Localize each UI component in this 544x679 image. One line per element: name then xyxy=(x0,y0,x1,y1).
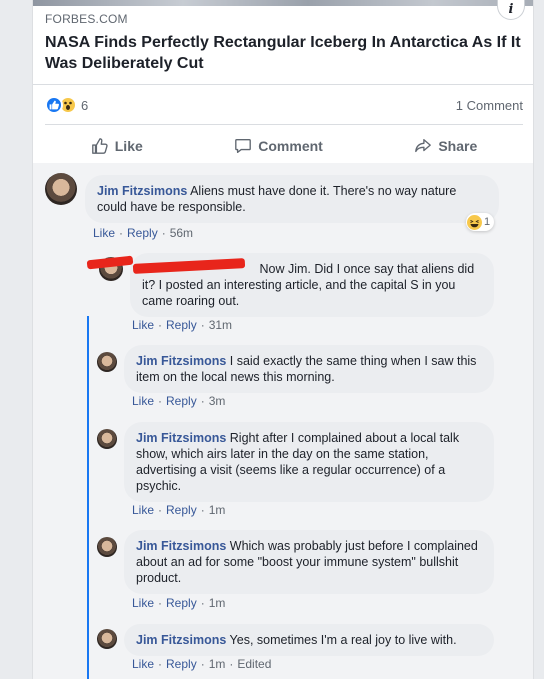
like-button-label: Like xyxy=(114,138,143,154)
comment-time[interactable]: 1m xyxy=(209,503,226,517)
comment-like-link[interactable]: Like xyxy=(132,596,154,610)
laugh-reaction-icon xyxy=(467,214,482,230)
comment-time[interactable]: 1m xyxy=(209,596,226,610)
comment-bubble: Jim Fitzsimons Right after I complained … xyxy=(124,422,494,502)
comment-bubble: Jim Fitzsimons Yes, sometimes I'm a real… xyxy=(124,624,494,656)
comment-time[interactable]: 31m xyxy=(209,318,232,332)
reaction-summary[interactable]: 6 xyxy=(45,96,88,114)
comment-meta: Like · Reply · 31m xyxy=(132,318,233,332)
comment-reply-link[interactable]: Reply xyxy=(127,226,158,240)
comment-meta: Like · Reply · 1m · Edited xyxy=(132,657,272,671)
comment-icon xyxy=(235,139,252,153)
avatar[interactable] xyxy=(97,629,117,649)
comment-meta: Like · Reply · 1m xyxy=(132,503,226,517)
avatar[interactable] xyxy=(97,429,117,449)
comment-like-link[interactable]: Like xyxy=(132,394,154,408)
comment-time[interactable]: 1m xyxy=(209,657,226,671)
divider xyxy=(33,84,533,85)
comment-like-link[interactable]: Like xyxy=(132,657,154,671)
comment-bubble: Jim Fitzsimons Which was probably just b… xyxy=(124,530,494,594)
avatar[interactable] xyxy=(97,352,117,372)
comment-time[interactable]: 56m xyxy=(170,226,193,240)
share-arrow-icon xyxy=(415,139,432,153)
comment-reaction-badge[interactable]: 1 xyxy=(466,213,495,231)
avatar[interactable] xyxy=(97,537,117,557)
reactions-bar: 6 1 Comment xyxy=(45,94,523,116)
comment-author[interactable]: Jim Fitzsimons xyxy=(97,184,187,198)
avatar[interactable] xyxy=(45,173,77,205)
comment-like-link[interactable]: Like xyxy=(132,318,154,332)
post-card: i FORBES.COM NASA Finds Perfectly Rectan… xyxy=(32,0,534,679)
comment-reply-link[interactable]: Reply xyxy=(166,394,197,408)
comment-like-link[interactable]: Like xyxy=(93,226,115,240)
comment-reaction-count: 1 xyxy=(484,216,491,228)
comment-meta: Like · Reply · 3m xyxy=(132,394,226,408)
like-button[interactable]: Like xyxy=(75,137,159,155)
share-button-label: Share xyxy=(438,138,478,154)
comment-meta: Like · Reply · 56m xyxy=(93,226,194,240)
comment-bubble: Jim Fitzsimons I said exactly the same t… xyxy=(124,345,494,393)
comment-text: Yes, sometimes I'm a real joy to live wi… xyxy=(229,633,457,647)
comment-author[interactable]: Jim Fitzsimons xyxy=(136,354,226,368)
share-button[interactable]: Share xyxy=(398,137,493,155)
comment-bubble: Jim Fitzsimons Aliens must have done it.… xyxy=(85,175,499,223)
divider xyxy=(45,124,523,125)
comment-reply-link[interactable]: Reply xyxy=(166,596,197,610)
comment-reply-link[interactable]: Reply xyxy=(166,657,197,671)
like-reaction-icon xyxy=(45,96,63,114)
comment-reply-link[interactable]: Reply xyxy=(166,503,197,517)
comment-author[interactable]: Jim Fitzsimons xyxy=(136,431,226,445)
reply-thread-line xyxy=(87,316,89,679)
comment-reply-link[interactable]: Reply xyxy=(166,318,197,332)
comment-edited-label[interactable]: Edited xyxy=(237,657,271,671)
comment-time[interactable]: 3m xyxy=(209,394,226,408)
comment-button-label: Comment xyxy=(258,138,323,154)
link-domain: FORBES.COM xyxy=(45,12,128,26)
comment-meta: Like · Reply · 1m xyxy=(132,596,226,610)
comment-button[interactable]: Comment xyxy=(218,137,339,155)
thumbs-up-icon xyxy=(91,138,108,154)
link-preview[interactable]: FORBES.COM NASA Finds Perfectly Rectangu… xyxy=(45,12,523,74)
comment-author[interactable]: Jim Fitzsimons xyxy=(136,539,226,553)
comments-section: Jim Fitzsimons Aliens must have done it.… xyxy=(33,163,533,679)
comment-like-link[interactable]: Like xyxy=(132,503,154,517)
reaction-count: 6 xyxy=(81,97,89,113)
link-preview-image[interactable] xyxy=(33,0,533,6)
comment-count-link[interactable]: 1 Comment xyxy=(456,98,523,113)
link-title[interactable]: NASA Finds Perfectly Rectangular Iceberg… xyxy=(45,32,523,74)
comment-author[interactable]: Jim Fitzsimons xyxy=(136,633,226,647)
post-actions: Like Comment Share xyxy=(45,130,523,162)
